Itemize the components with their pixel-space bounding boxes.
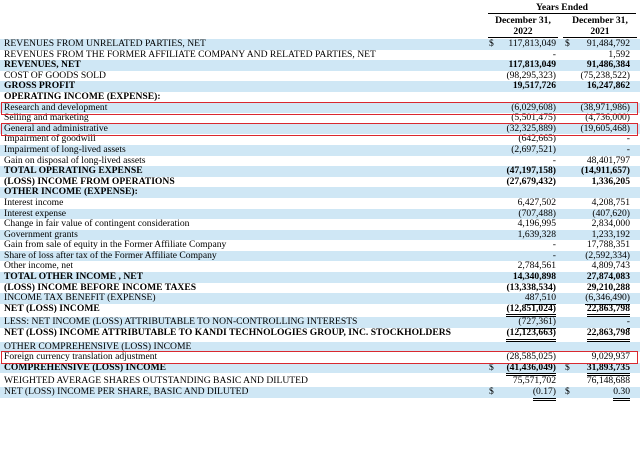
years-ended-heading: Years Ended <box>488 2 636 14</box>
value-2021: (19,605,468) <box>580 122 630 134</box>
value-2022: (41,436,049) <box>506 362 556 377</box>
value-2021: 22,863,798 <box>586 327 630 342</box>
column-2021-line1: December 31, <box>572 15 628 26</box>
column-2022-line1: December 31, <box>495 15 551 26</box>
value-2021: - <box>626 143 630 155</box>
column-2022: December 31, 2022 <box>488 15 558 38</box>
statement-rows: REVENUES FROM UNRELATED PARTIES, NET $ $11… <box>0 38 640 401</box>
table-row: NET (LOSS) INCOME ATTRIBUTABLE TO KANDI … <box>0 327 640 342</box>
income-statement: Years Ended December 31, 2022 December 3… <box>0 0 640 401</box>
value-2022: (0.17) <box>532 386 556 401</box>
currency-symbol-2021: $ <box>565 38 570 49</box>
row-label: REVENUES FROM UNRELATED PARTIES, NET <box>4 38 206 49</box>
currency-symbol-2022: $ <box>489 386 494 397</box>
currency-symbol-2021: $ <box>565 361 570 373</box>
value-2022: (12,123,663) <box>506 327 556 342</box>
value-2022: 1,639,328 <box>517 228 556 240</box>
currency-symbol-2021: $ <box>565 386 570 397</box>
value-2021: 0.30 <box>613 386 630 401</box>
table-row: OPERATING INCOME (EXPENSE): <box>0 90 640 103</box>
currency-symbol-2022: $ <box>489 38 494 49</box>
value-2022: 6,427,502 <box>517 196 556 208</box>
row-label: COMPREHENSIVE (LOSS) INCOME <box>4 361 167 373</box>
value-2021: 31,893,735 <box>586 362 630 377</box>
value-2022: (12,851,024) <box>506 303 556 318</box>
row-label: NET (LOSS) INCOME ATTRIBUTABLE TO KANDI … <box>4 327 452 339</box>
row-label: Impairment of long-lived assets <box>4 143 126 155</box>
table-row: REVENUES FROM UNRELATED PARTIES, NET $ $11… <box>0 38 640 50</box>
row-label: OPERATING INCOME (EXPENSE): <box>4 90 161 102</box>
value-2021: 16,247,862 <box>586 80 630 92</box>
value-2022: (2,697,521) <box>511 143 556 155</box>
table-row: Impairment of long-lived assets (2,697,52… <box>0 143 640 156</box>
row-label: Interest income <box>4 196 64 208</box>
table-row: NET (LOSS) INCOME (12,851,024) 22,863,798 <box>0 302 640 318</box>
value-2021: 91,484,792 <box>586 38 630 49</box>
value-2021: 22,863,798 <box>586 303 630 318</box>
value-2022: 19,517,726 <box>512 80 556 92</box>
table-row: COMPREHENSIVE (LOSS) INCOME $ $ (41,436,049… <box>0 361 640 377</box>
value-2022: 117,813,049 <box>508 38 556 49</box>
currency-symbol-2022: $ <box>489 361 494 373</box>
column-2021: December 31, 2021 <box>563 15 637 38</box>
table-row: NET (LOSS) INCOME PER SHARE, BASIC AND D… <box>0 386 640 401</box>
row-label: NET (LOSS) INCOME <box>4 302 100 314</box>
column-header: Years Ended December 31, 2022 December 3… <box>0 0 640 38</box>
column-2021-year: 2021 <box>563 26 637 38</box>
row-label: NET (LOSS) INCOME PER SHARE, BASIC AND D… <box>4 386 249 397</box>
column-2022-year: 2022 <box>488 26 558 38</box>
table-row: Interest income 6,427,502 4,208,751 <box>0 196 640 209</box>
value-2021: 4,208,751 <box>591 196 630 208</box>
